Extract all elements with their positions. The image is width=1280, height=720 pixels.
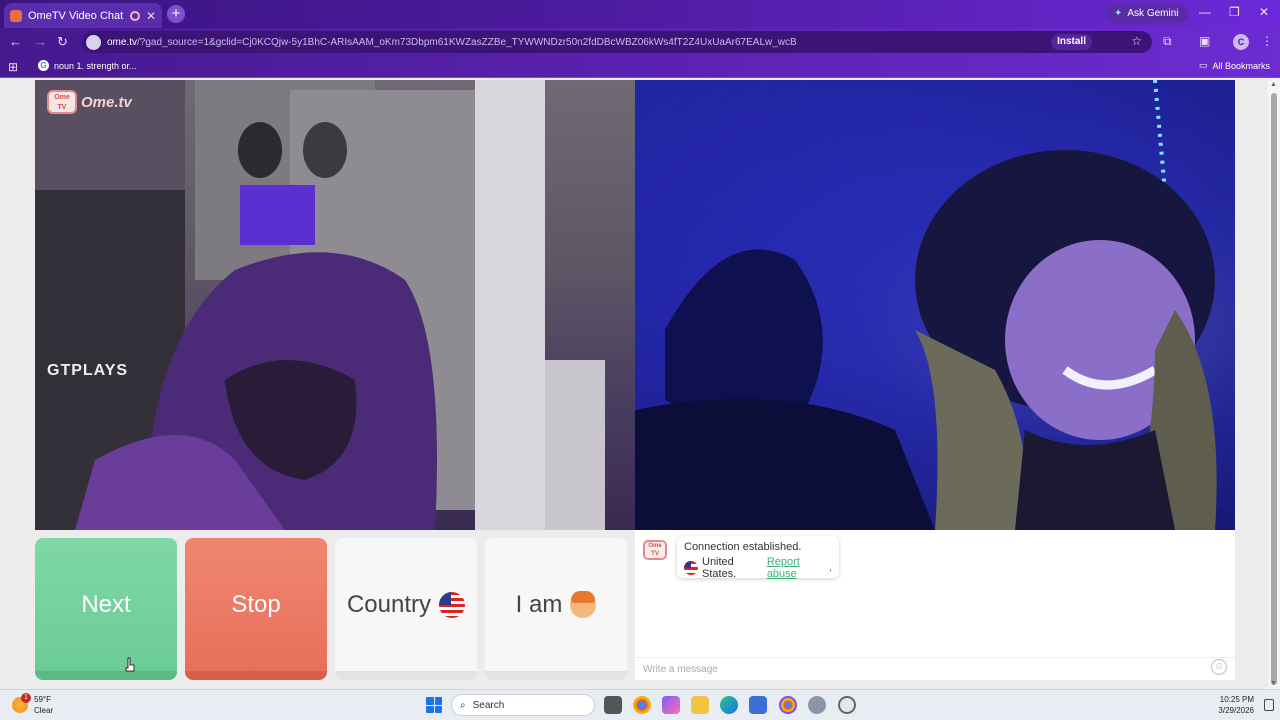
weather-badge: 1 — [21, 693, 31, 703]
mouse-pointer-icon — [125, 657, 135, 672]
ask-gemini-button[interactable]: ✦ Ask Gemini — [1105, 4, 1188, 23]
windows-taskbar: 1 59°F Clear ⌕ Search 10:25 PM 3/29/2026 — [0, 689, 1280, 720]
next-label: Next — [81, 590, 131, 618]
chrome-icon[interactable] — [633, 696, 651, 714]
search-icon: ⌕ — [460, 699, 466, 711]
weather-sun-icon: 1 — [12, 693, 31, 713]
all-bookmarks-button[interactable]: ▭ All Bookmarks — [1199, 60, 1270, 71]
profile-avatar[interactable]: C — [1233, 34, 1249, 50]
stop-button[interactable]: Stop — [185, 538, 327, 680]
weather-desc: Clear — [34, 706, 54, 715]
ask-gemini-label: Ask Gemini — [1127, 8, 1179, 19]
settings-gear-icon[interactable] — [808, 696, 826, 714]
ometv-page: Ome TV Ome.tv GTPLAYS Next Stop Country … — [0, 79, 1280, 689]
message-input[interactable] — [643, 660, 1203, 678]
country-button[interactable]: Country — [335, 538, 477, 680]
minimize-icon[interactable]: — — [1199, 5, 1211, 19]
bookmark-label: noun 1. strength or... — [54, 60, 137, 71]
copilot-icon[interactable] — [662, 696, 680, 714]
camera-overlay-text: GTPLAYS — [47, 362, 129, 379]
restore-icon[interactable]: ❐ — [1229, 5, 1240, 19]
notification-icon[interactable] — [1264, 699, 1274, 711]
ometv-favicon-icon — [10, 9, 22, 22]
site-info-icon[interactable] — [86, 34, 101, 50]
boy-avatar-icon — [570, 590, 597, 618]
url-text[interactable]: ome.tv/?gad_source=1&gclid=Cj0KCQjw-5y1B… — [107, 37, 797, 48]
us-flag-icon — [684, 561, 698, 575]
tab-ometv[interactable]: OmeTV Video Chat — Ome ✕ — [4, 3, 162, 28]
report-abuse-link[interactable]: Report abuse — [767, 556, 825, 580]
ometv-logo-icon: Ome TV — [47, 90, 77, 114]
gemini-sparkle-icon: ✦ — [1114, 8, 1123, 19]
next-button[interactable]: Next — [35, 538, 177, 680]
bookmarks-bar: ⊞ G noun 1. strength or... ▭ All Bookmar… — [0, 56, 1280, 78]
ometv-chat-logo-icon: Ome TV — [643, 540, 667, 560]
emoji-icon[interactable]: ☺ — [1211, 659, 1227, 675]
scroll-thumb[interactable] — [1271, 93, 1277, 685]
browser-tabstrip: OmeTV Video Chat — Ome ✕ + ✦ Ask Gemini … — [0, 0, 1280, 28]
connection-status: Connection established. — [684, 541, 802, 553]
remote-video — [635, 80, 1235, 530]
remote-video-scene — [635, 80, 1235, 530]
chat-divider — [635, 657, 1235, 658]
country-label: Country — [346, 590, 432, 618]
bookmark-item[interactable]: G noun 1. strength or... — [38, 60, 137, 71]
google-icon: G — [38, 60, 49, 71]
stop-label: Stop — [231, 590, 281, 618]
task-view-icon[interactable] — [604, 696, 622, 714]
local-video-scene — [35, 80, 605, 530]
folder-icon: ▭ — [1198, 60, 1208, 70]
reload-icon[interactable]: ↻ — [57, 34, 68, 50]
all-bookmarks-label: All Bookmarks — [1212, 60, 1270, 71]
weather-widget[interactable]: 1 59°F Clear — [12, 693, 54, 716]
new-tab-button[interactable]: + — [167, 5, 185, 23]
taskbar-search-label: Search — [472, 699, 505, 711]
clock-time: 10:25 PM — [1219, 695, 1254, 704]
tab-title: OmeTV Video Chat — Ome — [28, 9, 124, 22]
taskbar-clock[interactable]: 10:25 PM 3/29/2026 — [1218, 694, 1254, 716]
menu-kebab-icon[interactable]: ⋮ — [1261, 34, 1273, 48]
page-scrollbar[interactable]: ▲ ▼ — [1268, 79, 1280, 689]
edge-icon[interactable] — [720, 696, 738, 714]
close-window-icon[interactable]: ✕ — [1259, 5, 1269, 19]
address-bar[interactable]: ome.tv/?gad_source=1&gclid=Cj0KCQjw-5y1B… — [82, 31, 1152, 53]
install-app-button[interactable]: Install — [1051, 34, 1092, 50]
browser-toolbar: ← → ↻ ome.tv/?gad_source=1&gclid=Cj0KCQj… — [0, 28, 1280, 56]
close-tab-icon[interactable]: ✕ — [146, 9, 156, 23]
recording-icon — [129, 10, 140, 21]
app-with-badge-icon[interactable] — [838, 696, 856, 714]
apps-grid-icon[interactable]: ⊞ — [8, 60, 18, 74]
weather-temp: 59°F — [34, 695, 51, 704]
chrome-profile-icon[interactable] — [779, 696, 797, 714]
taskbar-search[interactable]: ⌕ Search — [451, 694, 595, 716]
chat-panel: Ome TV Connection established. United St… — [635, 530, 1235, 680]
partner-country: United States. — [702, 556, 737, 580]
gender-button[interactable]: I am — [485, 538, 627, 680]
report-suffix: . — [828, 562, 832, 574]
file-explorer-icon[interactable] — [691, 696, 709, 714]
us-flag-icon — [439, 591, 466, 618]
ometv-logo[interactable]: Ome TV Ome.tv — [47, 90, 132, 114]
forward-icon[interactable]: → — [34, 34, 47, 49]
back-icon[interactable]: ← — [9, 34, 22, 49]
store-icon[interactable] — [749, 696, 767, 714]
scroll-up-icon[interactable]: ▲ — [1270, 81, 1277, 88]
system-message: Connection established. United States. R… — [677, 536, 839, 580]
local-video: Ome TV Ome.tv GTPLAYS — [35, 80, 635, 530]
scroll-down-icon[interactable]: ▼ — [1270, 680, 1277, 687]
side-panel-icon[interactable]: ▣ — [1199, 34, 1210, 48]
bookmark-star-icon[interactable]: ☆ — [1131, 34, 1142, 48]
start-button[interactable] — [426, 697, 442, 713]
clock-date: 3/29/2026 — [1218, 706, 1254, 715]
ometv-logo-name: Ome.tv — [81, 93, 132, 111]
extensions-icon[interactable]: ⧉ — [1163, 34, 1172, 49]
iam-label: I am — [515, 590, 563, 618]
